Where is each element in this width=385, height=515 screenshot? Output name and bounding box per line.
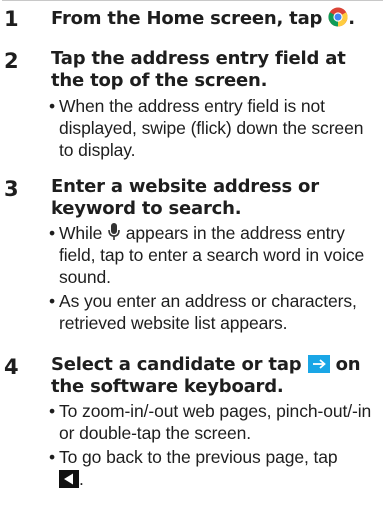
step-title-text: From the Home screen, tap xyxy=(51,8,329,29)
bullet-dot: • xyxy=(49,447,56,467)
microphone-icon xyxy=(108,223,120,240)
step-bullet: • To zoom-in/-out web pages, pinch-out/-… xyxy=(49,400,381,444)
step-title: From the Home screen, tap . xyxy=(51,7,381,30)
step-number: 2 xyxy=(4,49,19,73)
step-title: Enter a website address or keyword to se… xyxy=(51,176,319,219)
step-number: 4 xyxy=(4,355,19,379)
step-bullet: • When the address entry field is not di… xyxy=(49,95,381,161)
bullet-text: While xyxy=(59,223,108,243)
bullet-dot: • xyxy=(49,96,56,116)
bullet-dot: • xyxy=(49,401,56,421)
step-bullet: • While appears in the address entry fie… xyxy=(49,222,381,288)
bullet-dot: • xyxy=(49,291,56,311)
step-number: 1 xyxy=(4,7,19,31)
back-icon xyxy=(59,470,79,488)
chrome-icon xyxy=(328,7,348,27)
step-title: Select a candidate or tap on the softwar… xyxy=(51,354,381,398)
top-divider xyxy=(2,0,383,1)
step-title-text: . xyxy=(348,8,355,29)
step-bullet: • To go back to the previous page, tap . xyxy=(49,446,381,490)
bullet-text: To zoom-in/-out web pages, pinch-out/-in… xyxy=(59,401,372,443)
step-bullet: • As you enter an address or characters,… xyxy=(49,290,381,334)
bullet-text: . xyxy=(79,469,84,489)
bullet-text: To go back to the previous page, tap xyxy=(59,447,338,467)
arrow-right-key-icon xyxy=(307,355,330,373)
step-number: 3 xyxy=(4,177,19,201)
step-title: Tap the address entry field at the top o… xyxy=(51,48,346,91)
bullet-text: When the address entry field is not disp… xyxy=(59,96,364,160)
step-title-text: Select a candidate or tap xyxy=(51,354,308,375)
bullet-text: As you enter an address or characters, r… xyxy=(59,291,357,333)
bullet-dot: • xyxy=(49,223,56,243)
